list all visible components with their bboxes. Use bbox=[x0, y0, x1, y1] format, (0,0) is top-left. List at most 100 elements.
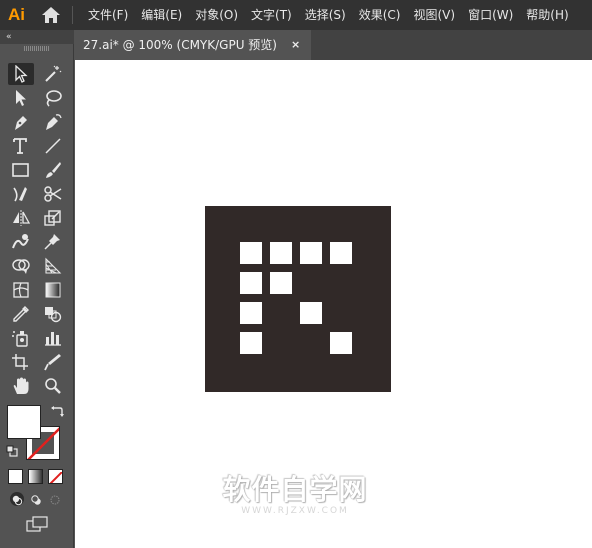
perspective-grid-tool[interactable] bbox=[40, 255, 66, 277]
white-square[interactable] bbox=[240, 302, 262, 324]
app-logo: Ai bbox=[8, 5, 25, 24]
menu-select[interactable]: 选择(S) bbox=[305, 0, 346, 30]
shape-builder-tool[interactable] bbox=[8, 255, 34, 277]
panel-grip[interactable] bbox=[24, 46, 50, 51]
pen-icon bbox=[15, 116, 27, 130]
selection-tool[interactable] bbox=[8, 63, 34, 85]
menu-object[interactable]: 对象(O) bbox=[195, 0, 238, 30]
draw-inside-button[interactable] bbox=[48, 492, 62, 506]
perspective-grid-icon bbox=[45, 257, 62, 274]
white-square[interactable] bbox=[240, 332, 262, 354]
swap-fill-stroke-icon[interactable] bbox=[50, 404, 64, 418]
mesh-tool[interactable] bbox=[8, 279, 34, 301]
slice-knife-icon bbox=[44, 354, 61, 371]
white-square[interactable] bbox=[270, 242, 292, 264]
document-tab-bar: 27.ai* @ 100% (CMYK/GPU 预览) × bbox=[75, 30, 592, 60]
none-slash-icon bbox=[49, 471, 62, 483]
brush-icon bbox=[46, 162, 61, 178]
puppet-warp-tool[interactable] bbox=[40, 231, 66, 253]
none-mode-button[interactable] bbox=[48, 469, 63, 484]
scissors-icon bbox=[44, 186, 62, 202]
menu-edit[interactable]: 编辑(E) bbox=[141, 0, 182, 30]
warp-icon bbox=[12, 234, 29, 249]
reflect-icon bbox=[13, 210, 31, 226]
menu-file[interactable]: 文件(F) bbox=[88, 0, 128, 30]
color-mode-button[interactable] bbox=[8, 469, 23, 484]
eyedropper-tool[interactable] bbox=[8, 303, 34, 325]
white-square[interactable] bbox=[330, 332, 352, 354]
menu-divider bbox=[72, 6, 73, 24]
reflect-tool[interactable] bbox=[8, 207, 34, 229]
hand-tool[interactable] bbox=[8, 375, 34, 397]
gradient-icon bbox=[45, 282, 61, 298]
document-tab-title: 27.ai* @ 100% (CMYK/GPU 预览) bbox=[83, 38, 277, 52]
gradient-tool[interactable] bbox=[40, 279, 66, 301]
watermark-title: 软件自学网 bbox=[222, 473, 368, 506]
screen-mode-icon[interactable] bbox=[26, 516, 48, 532]
rectangle-tool[interactable] bbox=[8, 159, 34, 181]
white-square[interactable] bbox=[300, 302, 322, 324]
close-tab-icon[interactable]: × bbox=[291, 30, 300, 60]
tools-panel-header: « bbox=[0, 30, 74, 44]
direct-selection-tool[interactable] bbox=[8, 87, 34, 109]
white-square[interactable] bbox=[240, 242, 262, 264]
scissors-tool[interactable] bbox=[40, 183, 66, 205]
type-tool[interactable] bbox=[8, 135, 34, 157]
draw-behind-button[interactable] bbox=[29, 492, 43, 506]
document-tab[interactable]: 27.ai* @ 100% (CMYK/GPU 预览) × bbox=[75, 30, 311, 60]
gradient-mode-button[interactable] bbox=[28, 469, 43, 484]
rectangle-icon bbox=[12, 163, 29, 177]
menu-help[interactable]: 帮助(H) bbox=[526, 0, 568, 30]
menu-type[interactable]: 文字(T) bbox=[251, 0, 292, 30]
warp-tool[interactable] bbox=[8, 231, 34, 253]
menu-window[interactable]: 窗口(W) bbox=[468, 0, 513, 30]
draw-normal-icon bbox=[12, 495, 23, 506]
white-square[interactable] bbox=[240, 272, 262, 294]
symbol-sprayer-tool[interactable] bbox=[8, 327, 34, 349]
pushpin-icon bbox=[44, 234, 60, 250]
draw-normal-button[interactable] bbox=[10, 492, 24, 506]
slice-tool[interactable] bbox=[40, 351, 66, 373]
blend-icon bbox=[45, 307, 62, 323]
curvature-pen-icon bbox=[46, 114, 62, 130]
zoom-tool[interactable] bbox=[40, 375, 66, 397]
shape-builder-icon bbox=[12, 259, 30, 274]
line-tool[interactable] bbox=[40, 135, 66, 157]
fill-swatch[interactable] bbox=[7, 405, 41, 439]
white-square[interactable] bbox=[270, 272, 292, 294]
menu-view[interactable]: 视图(V) bbox=[413, 0, 455, 30]
bar-graph-icon bbox=[45, 332, 61, 346]
menu-effect[interactable]: 效果(C) bbox=[359, 0, 401, 30]
watermark: 软件自学网 WWW.RJZXW.COM bbox=[215, 468, 375, 516]
scale-tool[interactable] bbox=[40, 207, 66, 229]
mesh-icon bbox=[13, 282, 29, 298]
tools-panel: « bbox=[0, 30, 74, 548]
magic-wand-icon bbox=[45, 65, 62, 82]
draw-behind-icon bbox=[31, 495, 41, 505]
line-icon bbox=[45, 138, 61, 154]
artboard-canvas[interactable]: 软件自学网 WWW.RJZXW.COM bbox=[75, 60, 592, 548]
menu-bar: Ai 文件(F) 编辑(E) 对象(O) 文字(T) 选择(S) 效果(C) 视… bbox=[0, 0, 592, 30]
symbol-sprayer-icon bbox=[12, 331, 28, 347]
artwork-dark-square[interactable] bbox=[205, 206, 391, 392]
collapse-panel-button[interactable]: « bbox=[6, 30, 12, 44]
white-square[interactable] bbox=[330, 242, 352, 264]
white-square[interactable] bbox=[300, 242, 322, 264]
hand-icon bbox=[13, 377, 29, 394]
artboard-tool[interactable] bbox=[8, 351, 34, 373]
type-icon bbox=[13, 138, 27, 154]
magic-wand-tool[interactable] bbox=[40, 63, 66, 85]
column-graph-tool[interactable] bbox=[40, 327, 66, 349]
lasso-tool[interactable] bbox=[40, 87, 66, 109]
magnifier-icon bbox=[45, 378, 61, 394]
arrow-outline-icon bbox=[15, 65, 28, 83]
eyedropper-icon bbox=[13, 305, 30, 322]
paintbrush-tool[interactable] bbox=[40, 159, 66, 181]
arrow-filled-icon bbox=[16, 90, 26, 106]
home-icon[interactable] bbox=[40, 5, 62, 25]
curvature-tool[interactable] bbox=[40, 111, 66, 133]
shaper-tool[interactable] bbox=[8, 183, 34, 205]
pen-tool[interactable] bbox=[8, 111, 34, 133]
blend-tool[interactable] bbox=[40, 303, 66, 325]
default-fill-stroke-icon[interactable] bbox=[6, 445, 18, 457]
